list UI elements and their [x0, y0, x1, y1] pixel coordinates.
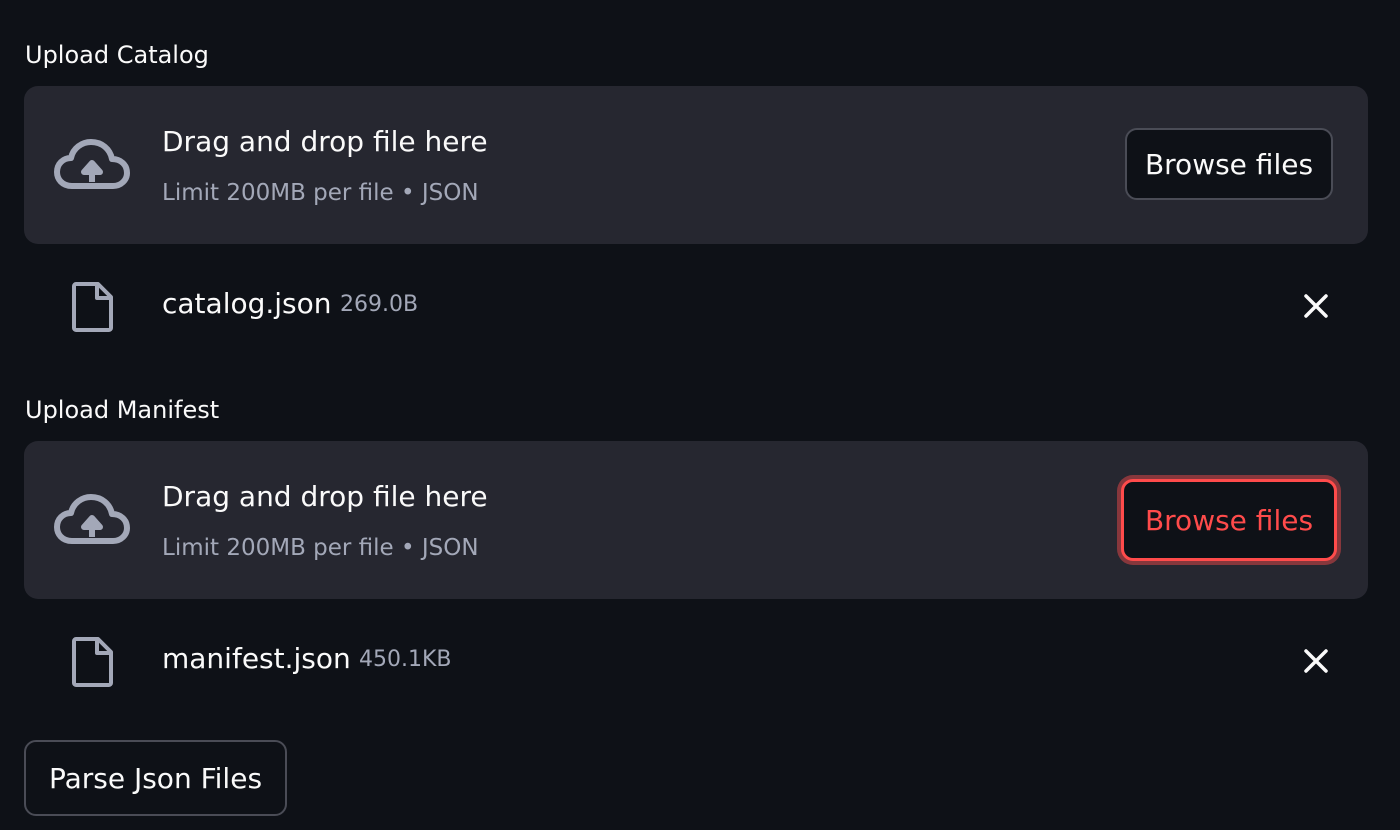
manifest-dropzone[interactable]: Drag and drop file here Limit 200MB per … — [24, 441, 1368, 599]
upload-manifest-label: Upload Manifest — [25, 396, 220, 424]
browse-files-button[interactable]: Browse files — [1125, 128, 1333, 200]
cloud-upload-icon — [54, 494, 130, 544]
uploaded-file-row: manifest.json 450.1KB — [24, 631, 1368, 691]
browse-files-button[interactable]: Browse files — [1121, 479, 1337, 561]
file-icon — [72, 282, 113, 332]
close-icon[interactable] — [1300, 645, 1332, 677]
cloud-upload-icon — [54, 139, 130, 189]
dropzone-title: Drag and drop file here — [162, 480, 488, 513]
file-icon — [72, 637, 113, 687]
file-name: catalog.json — [162, 287, 332, 320]
upload-catalog-label: Upload Catalog — [25, 41, 209, 69]
app-page: Upload Catalog Drag and drop file here L… — [0, 0, 1400, 830]
dropzone-limit: Limit 200MB per file • JSON — [162, 180, 479, 206]
dropzone-title: Drag and drop file here — [162, 125, 488, 158]
file-size: 269.0B — [340, 292, 419, 317]
uploaded-file-row: catalog.json 269.0B — [24, 276, 1368, 336]
parse-json-files-button[interactable]: Parse Json Files — [24, 740, 287, 816]
file-name: manifest.json — [162, 642, 351, 675]
catalog-dropzone[interactable]: Drag and drop file here Limit 200MB per … — [24, 86, 1368, 244]
close-icon[interactable] — [1300, 290, 1332, 322]
file-size: 450.1KB — [359, 647, 452, 672]
dropzone-limit: Limit 200MB per file • JSON — [162, 535, 479, 561]
